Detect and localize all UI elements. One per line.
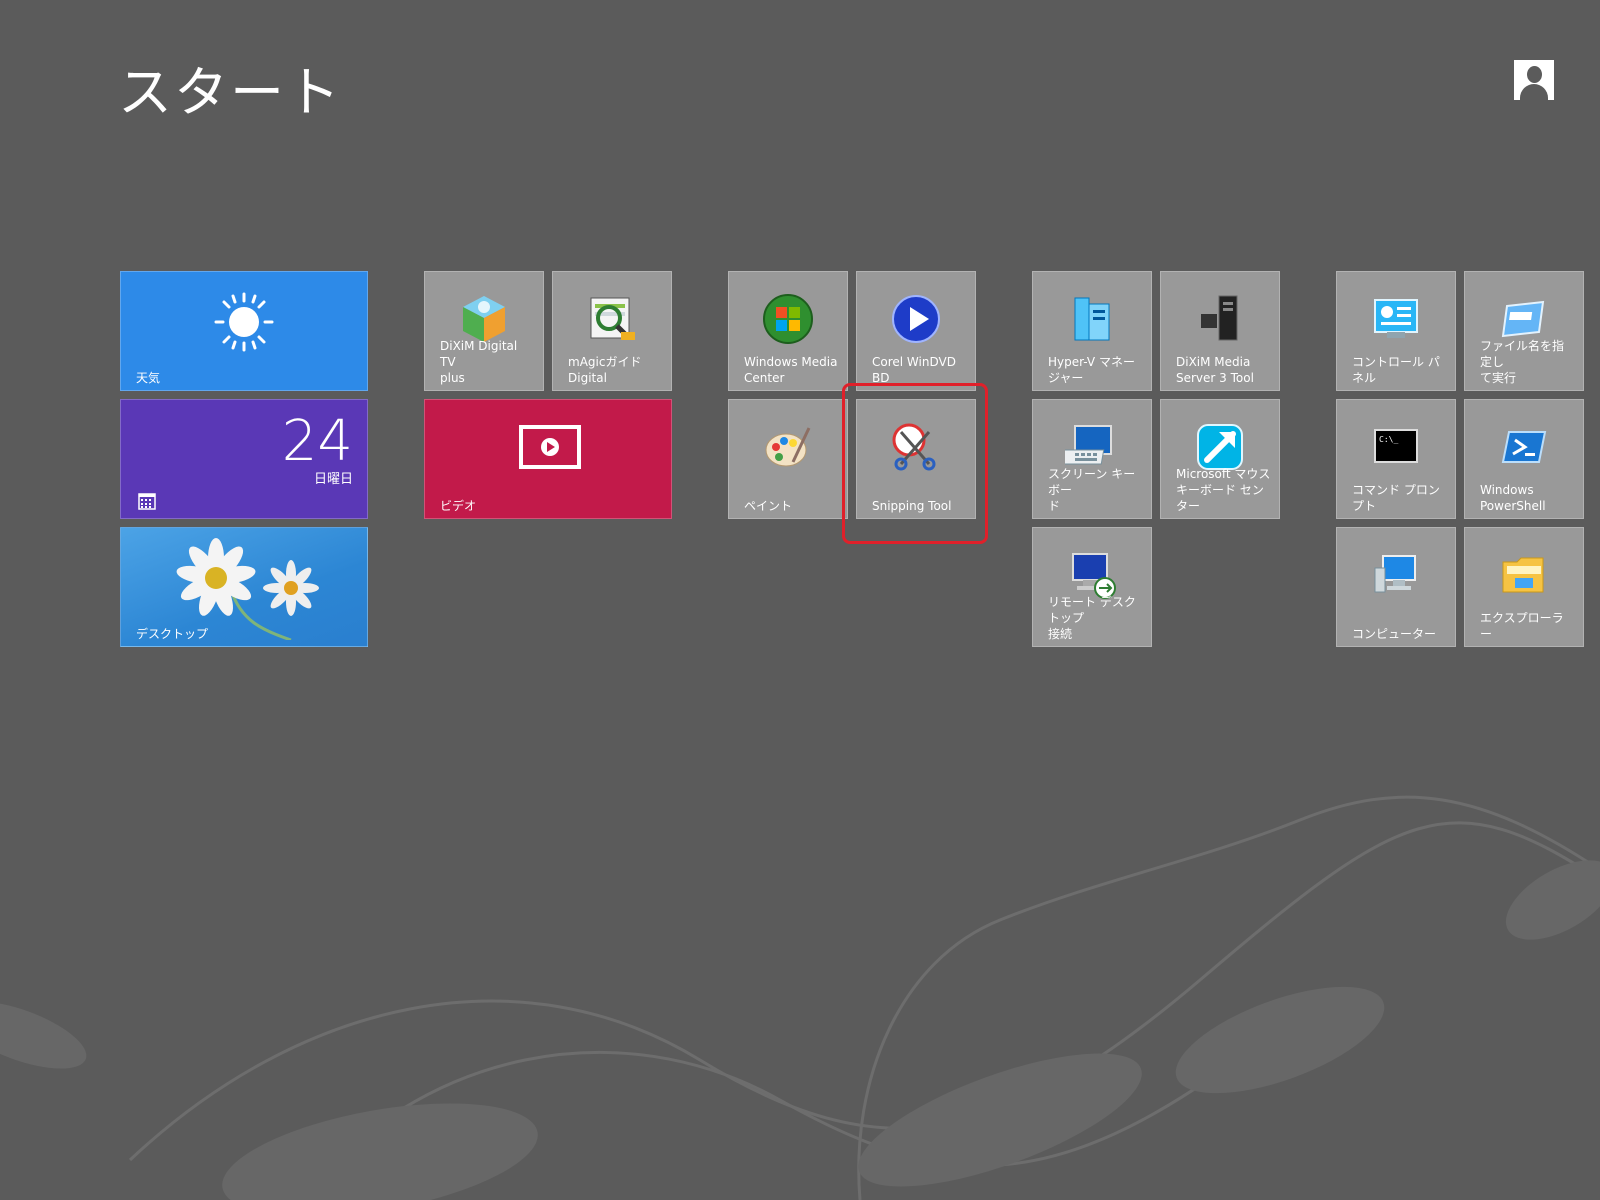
magnifier-guide-icon [590,297,635,340]
tile-computer[interactable]: コンピューター [1336,527,1456,647]
page-title: スタート [118,61,342,124]
tile-label: リモート デスクトップ 接続 [1048,595,1136,641]
tile-label: Corel WinDVD BD [872,355,956,385]
tile-dixim-digital-tv[interactable]: DiXiM Digital TV plus [424,271,544,391]
tile-run[interactable]: ファイル名を指定し て実行 [1464,271,1584,391]
tile-hyperv-manager[interactable]: Hyper-V マネー ジャー [1032,271,1152,391]
tile-remote-desktop[interactable]: リモート デスクトップ 接続 [1032,527,1152,647]
tile-label: Windows PowerShell [1480,483,1546,513]
folder-icon [1502,557,1544,593]
tile-desktop[interactable]: デスクトップ [120,527,368,647]
tile-command-prompt[interactable]: C:\_ コマンド プロンプト [1336,399,1456,519]
paint-palette-icon [765,427,811,467]
tile-label: Microsoft マウス キーボード センター [1176,467,1271,513]
server-icon [1074,297,1110,341]
tile-weather[interactable]: 天気 [120,271,368,391]
tile-paint[interactable]: ペイント [728,399,848,519]
tile-label: コントロール パネル [1352,355,1440,385]
calendar-date: 24 [281,409,353,474]
media-server-icon [1201,295,1238,341]
tile-label: スクリーン キーボー ド [1048,467,1136,513]
user-account-icon[interactable] [1514,60,1554,100]
sun-icon [214,292,274,352]
command-prompt-icon: C:\_ [1374,429,1418,463]
tile-video[interactable]: ビデオ [424,399,672,519]
tile-windows-media-center[interactable]: Windows Media Center [728,271,848,391]
windows-media-center-icon [763,294,813,344]
calendar-icon [138,493,156,510]
tile-corel-windvd[interactable]: Corel WinDVD BD [856,271,976,391]
tile-powershell[interactable]: Windows PowerShell [1464,399,1584,519]
tile-label: コンピューター [1352,627,1437,641]
prompt-text: C:\_ [1379,435,1398,444]
tile-label: Hyper-V マネー ジャー [1048,355,1135,385]
tile-ms-mouse-keyboard-center[interactable]: Microsoft マウス キーボード センター [1160,399,1280,519]
tile-screen-keyboard[interactable]: スクリーン キーボー ド [1032,399,1152,519]
tile-dixim-media-server[interactable]: DiXiM Media Server 3 Tool [1160,271,1280,391]
tile-label: DiXiM Digital TV plus [440,339,518,385]
tile-label: DiXiM Media Server 3 Tool [1176,355,1254,385]
tile-label: mAgicガイド Digital [568,355,642,385]
tile-label: ビデオ [440,499,477,513]
tile-label: デスクトップ [136,627,209,641]
highlight-box [842,383,988,544]
control-panel-icon [1374,299,1418,338]
tile-label: 天気 [136,371,161,385]
tile-label: ペイント [744,499,793,513]
tile-calendar[interactable]: 24 日曜日 [120,399,368,519]
tile-label: エクスプローラー [1480,611,1564,641]
calendar-day: 日曜日 [313,472,353,487]
tile-label: ファイル名を指定し て実行 [1480,339,1565,385]
tile-label: コマンド プロンプト [1352,483,1440,513]
powershell-icon [1501,431,1547,463]
computer-icon [1374,555,1416,593]
video-play-icon [519,425,581,469]
winddvd-play-icon [892,295,940,343]
tile-explorer[interactable]: エクスプローラー [1464,527,1584,647]
tile-magic-guide[interactable]: mAgicガイド Digital [552,271,672,391]
tile-label: Windows Media Center [744,355,838,385]
tile-control-panel[interactable]: コントロール パネル [1336,271,1456,391]
daisy-image [176,538,319,640]
